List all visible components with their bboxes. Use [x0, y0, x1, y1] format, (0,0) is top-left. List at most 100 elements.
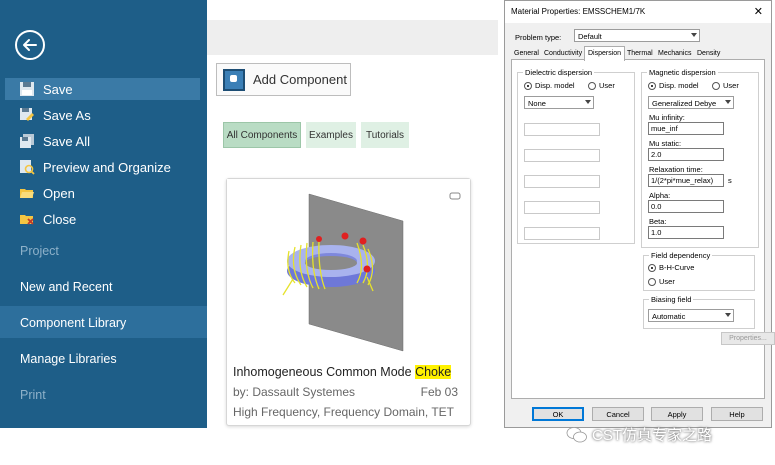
watermark-text: CST仿真专家之路	[592, 427, 713, 444]
add-component-button[interactable]: Add Component	[216, 63, 351, 96]
filter-all-components[interactable]: All Components	[223, 122, 301, 148]
component-card[interactable]: Inhomogeneous Common Mode Choke by: Dass…	[226, 178, 471, 426]
dielectric-radio-user-label: User	[599, 81, 615, 90]
chevron-down-icon	[691, 33, 697, 37]
menu-open[interactable]: Open	[5, 182, 200, 204]
save-as-icon	[20, 108, 34, 121]
dialog-titlebar: Material Properties: EMSSCHEM1/7K ✕	[505, 1, 771, 23]
menu-save-as[interactable]: Save As	[5, 104, 200, 126]
menu-save-all[interactable]: Save All	[5, 130, 200, 152]
section-new-recent[interactable]: New and Recent	[20, 280, 112, 294]
beta-label: Beta:	[649, 217, 667, 226]
field-dependency-group: Field dependency B-H-Curve User	[643, 251, 755, 291]
filter-examples[interactable]: Examples	[306, 122, 356, 148]
dielectric-radio-user[interactable]: User	[588, 81, 615, 90]
watermark: CST仿真专家之路	[566, 424, 712, 445]
radio-selected-icon	[524, 81, 532, 90]
radio-unselected-icon	[648, 277, 656, 286]
magnetic-radio-model[interactable]: Disp. model	[648, 81, 699, 90]
dispersion-panel: Dielectric dispersion Disp. model User N…	[511, 59, 775, 399]
field-user-label: User	[659, 277, 675, 286]
top-strip	[207, 20, 498, 55]
mu-static-label: Mu static:	[649, 139, 682, 148]
alpha-input[interactable]: 0.0	[648, 200, 724, 213]
section-print: Print	[20, 388, 46, 402]
menu-save-as-label: Save As	[43, 107, 91, 123]
component-title: Inhomogeneous Common Mode Choke	[233, 365, 452, 379]
add-component-icon	[223, 68, 245, 91]
problem-type-label: Problem type:	[515, 33, 562, 42]
dielectric-model-select[interactable]: None	[524, 96, 594, 109]
chevron-down-icon	[585, 100, 591, 104]
tab-density[interactable]: Density	[694, 48, 723, 59]
relaxation-time-unit: s	[728, 176, 732, 185]
dielectric-dispersion-group: Dielectric dispersion Disp. model User N…	[517, 68, 635, 244]
component-title-text: Inhomogeneous Common Mode	[233, 365, 416, 379]
chevron-down-icon	[725, 100, 731, 104]
dielectric-field-3	[524, 175, 600, 188]
magnetic-radio-user-label: User	[723, 81, 739, 90]
magnetic-model-select[interactable]: Generalized Debye	[648, 96, 734, 109]
alpha-label: Alpha:	[649, 191, 671, 200]
magnetic-dispersion-group: Magnetic dispersion Disp. model User Gen…	[641, 68, 759, 248]
save-icon	[20, 82, 34, 96]
bh-curve-label: B-H-Curve	[659, 263, 695, 272]
menu-save[interactable]: Save	[5, 78, 200, 100]
section-component-library[interactable]: Component Library	[20, 316, 126, 330]
dielectric-radio-model-label: Disp. model	[535, 81, 575, 90]
tab-thermal[interactable]: Thermal	[624, 48, 656, 59]
dielectric-field-2	[524, 149, 600, 162]
field-user-radio[interactable]: User	[648, 277, 675, 286]
menu-save-label: Save	[43, 81, 73, 97]
mu-infinity-label: Mu infinity:	[649, 113, 685, 122]
magnetic-dispersion-title: Magnetic dispersion	[647, 68, 718, 77]
dielectric-dispersion-title: Dielectric dispersion	[523, 68, 595, 77]
field-dependency-title: Field dependency	[649, 251, 713, 260]
cancel-button[interactable]: Cancel	[592, 407, 644, 421]
problem-type-value: Default	[578, 32, 602, 41]
mu-infinity-input[interactable]: mue_inf	[648, 122, 724, 135]
open-folder-icon	[20, 189, 34, 198]
mu-static-input[interactable]: 2.0	[648, 148, 724, 161]
ok-button[interactable]: OK	[532, 407, 584, 421]
magnetic-radio-user[interactable]: User	[712, 81, 739, 90]
tab-conductivity[interactable]: Conductivity	[541, 48, 585, 59]
radio-selected-icon	[648, 81, 656, 90]
relaxation-time-input[interactable]: 1/(2*pi*mue_relax)	[648, 174, 724, 187]
menu-preview-organize[interactable]: Preview and Organize	[5, 156, 200, 178]
close-icon[interactable]: ✕	[754, 5, 763, 18]
tab-general[interactable]: General	[511, 48, 542, 59]
biasing-field-group: Biasing field Automatic	[643, 295, 755, 329]
menu-open-label: Open	[43, 185, 75, 201]
biasing-field-select[interactable]: Automatic	[648, 309, 734, 322]
section-project: Project	[20, 244, 59, 258]
cst-backstage: Save Save As Save All Preview and Organi…	[0, 0, 498, 428]
menu-close[interactable]: Close	[5, 208, 200, 230]
tab-mechanics[interactable]: Mechanics	[655, 48, 694, 59]
backstage-sidebar: Save Save As Save All Preview and Organi…	[0, 0, 207, 428]
tab-dispersion[interactable]: Dispersion	[584, 46, 626, 61]
dielectric-radio-model[interactable]: Disp. model	[524, 81, 575, 90]
dielectric-model-value: None	[528, 99, 546, 108]
component-date: Feb 03	[420, 385, 458, 399]
wechat-icon	[566, 426, 587, 442]
beta-input[interactable]: 1.0	[648, 226, 724, 239]
section-manage-libraries[interactable]: Manage Libraries	[20, 352, 117, 366]
apply-button[interactable]: Apply	[651, 407, 703, 421]
radio-unselected-icon	[712, 81, 720, 90]
filter-tutorials[interactable]: Tutorials	[361, 122, 409, 148]
help-button[interactable]: Help	[711, 407, 763, 421]
dielectric-field-5	[524, 227, 600, 240]
relaxation-time-label: Relaxation time:	[649, 165, 703, 174]
add-component-label: Add Component	[253, 72, 347, 87]
problem-type-select[interactable]: Default	[574, 29, 700, 42]
magnetic-radio-model-label: Disp. model	[659, 81, 699, 90]
back-button[interactable]	[15, 30, 45, 60]
component-tags: High Frequency, Frequency Domain, TET	[233, 405, 454, 419]
save-all-icon	[20, 134, 34, 148]
material-properties-dialog: Material Properties: EMSSCHEM1/7K ✕ Prob…	[504, 0, 775, 428]
radio-selected-icon	[648, 263, 656, 272]
dielectric-field-1	[524, 123, 600, 136]
menu-preview-label: Preview and Organize	[43, 159, 171, 175]
bh-curve-radio[interactable]: B-H-Curve	[648, 263, 694, 272]
